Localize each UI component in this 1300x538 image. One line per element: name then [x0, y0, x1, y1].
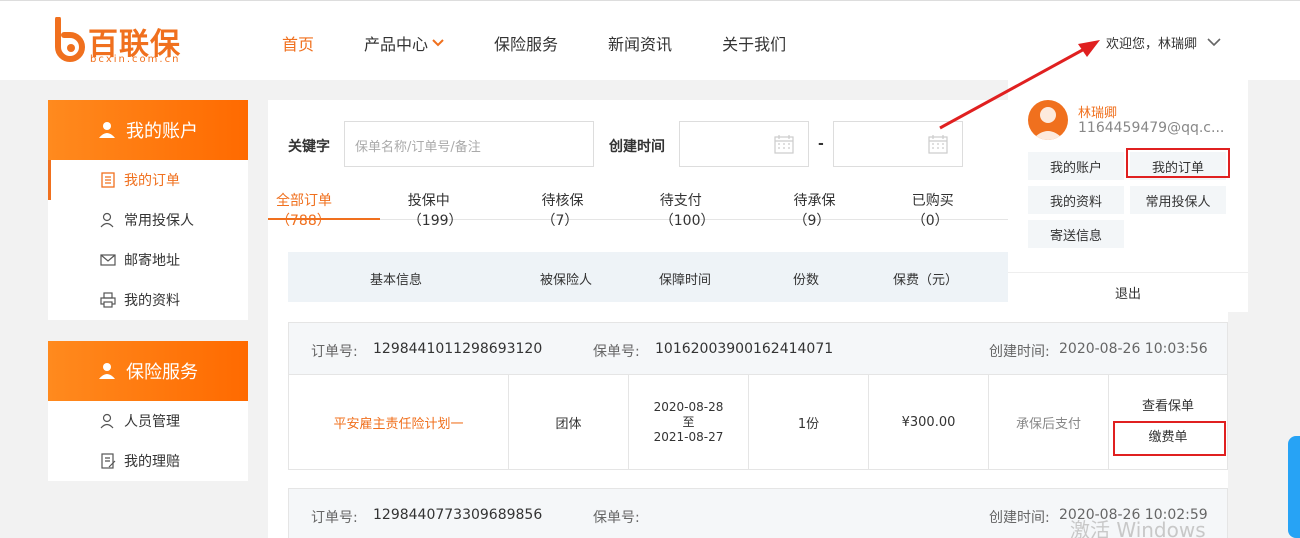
sidebar-item-label: 我的订单 — [124, 173, 180, 189]
sidebar-item-label: 邮寄地址 — [124, 253, 180, 269]
chevron-down-icon — [432, 36, 444, 50]
sidebar-item-label: 常用投保人 — [124, 213, 194, 229]
order-status: 承保后支付 — [989, 375, 1109, 469]
coverage-period: 2020-08-28 至 2021-08-27 — [629, 375, 749, 469]
created-time-label: 创建时间 — [609, 139, 665, 155]
order-row: 平安雇主责任险计划一 团体 2020-08-28 至 2021-08-27 1份… — [289, 375, 1227, 469]
user-name: 林瑞卿 — [1078, 106, 1118, 121]
sidebar-account-header: 我的账户 — [48, 100, 248, 160]
order-meta: 订单号: 1298441011298693120 保单号: 1016200390… — [289, 323, 1227, 375]
keyword-label: 关键字 — [288, 139, 330, 155]
dropdown-shipping-info-button[interactable]: 寄送信息 — [1028, 220, 1124, 248]
logo[interactable]: 百联保 bcxin.com.cn — [50, 17, 190, 65]
user-icon — [100, 212, 114, 228]
insured: 团体 — [509, 375, 629, 469]
tab-all-orders[interactable]: 全部订单（788） — [268, 180, 380, 229]
tab-pending-issue[interactable]: 待承保（9） — [785, 180, 869, 229]
sidebar-item-mail-address[interactable]: 邮寄地址 — [48, 240, 248, 280]
tab-purchased[interactable]: 已购买（0） — [904, 180, 988, 229]
nav-home[interactable]: 首页 — [282, 31, 314, 55]
sidebar-account-title: 我的账户 — [126, 121, 198, 142]
printer-icon — [100, 292, 116, 308]
sidebar-item-my-orders[interactable]: 我的订单 — [48, 160, 248, 200]
order-no-label: 订单号: — [311, 344, 358, 360]
nav-products[interactable]: 产品中心 — [364, 31, 444, 55]
view-policy-link[interactable]: 查看保单 — [1142, 395, 1194, 414]
policy-no-label: 保单号: — [593, 344, 640, 360]
order-icon — [101, 172, 115, 188]
nav-news[interactable]: 新闻资讯 — [608, 31, 672, 55]
date-range-separator: - — [818, 136, 824, 152]
product-name[interactable]: 平安雇主责任险计划一 — [289, 375, 509, 469]
user-menu[interactable]: 欢迎您，林瑞卿 — [1106, 33, 1221, 52]
highlight-box — [1113, 421, 1226, 456]
calendar-icon — [774, 135, 794, 154]
keyword-placeholder: 保单名称/订单号/备注 — [355, 140, 481, 155]
policy-no-label: 保单号: — [593, 510, 640, 526]
order-no: 1298440773309689856 — [373, 507, 543, 523]
policy-no: 10162003900162414071 — [655, 341, 834, 357]
floating-side-tab[interactable] — [1288, 436, 1300, 538]
sidebar-service-header: 保险服务 — [48, 341, 248, 401]
order-status-tabs: 全部订单（788） 投保中（199） 待核保（7） 待支付（100） 待承保（9… — [268, 180, 1008, 229]
claim-icon — [101, 453, 116, 469]
created-label: 创建时间: — [989, 510, 1050, 526]
coverage-start: 2020-08-28 — [653, 399, 724, 414]
nav-products-label: 产品中心 — [364, 35, 429, 54]
column-header: 基本信息 — [370, 273, 423, 288]
sidebar-account: 我的账户 我的订单 常用投保人 邮寄地址 我的资料 — [48, 100, 248, 320]
logo-mark-icon — [55, 17, 85, 62]
created-time: 2020-08-26 10:03:56 — [1059, 341, 1208, 357]
start-date-input[interactable] — [679, 121, 809, 167]
nav-about[interactable]: 关于我们 — [722, 31, 786, 55]
end-date-input[interactable] — [833, 121, 963, 167]
sidebar-item-claims[interactable]: 我的理赔 — [48, 441, 248, 481]
dropdown-my-profile-button[interactable]: 我的资料 — [1028, 186, 1124, 214]
nav-insurance-service[interactable]: 保险服务 — [494, 31, 558, 55]
column-header: 保费（元） — [893, 273, 959, 288]
tab-pending-underwriting[interactable]: 待核保（7） — [533, 180, 617, 229]
column-header: 份数 — [793, 273, 820, 288]
created-label: 创建时间: — [989, 344, 1050, 360]
avatar — [1028, 100, 1068, 140]
tab-applying[interactable]: 投保中（199） — [400, 180, 500, 229]
sidebar-item-label: 我的资料 — [124, 293, 180, 309]
windows-watermark: 激活 Windows — [1070, 518, 1206, 538]
coverage-end: 2021-08-27 — [653, 429, 724, 444]
order-no: 1298441011298693120 — [373, 341, 543, 357]
user-icon — [100, 413, 114, 429]
user-dropdown: 林瑞卿 1164459479@qq.c... 我的账户 我的订单 我的资料 常用… — [1008, 80, 1248, 312]
main-nav: 首页 产品中心 保险服务 新闻资讯 关于我们 — [282, 31, 836, 55]
user-email: 1164459479@qq.c... — [1078, 120, 1225, 136]
order-no-label: 订单号: — [311, 510, 358, 526]
sidebar-item-my-profile[interactable]: 我的资料 — [48, 280, 248, 320]
sidebar-item-label: 我的理赔 — [124, 454, 180, 470]
user-icon — [99, 122, 115, 138]
order-card: 订单号: 1298441011298693120 保单号: 1016200390… — [288, 322, 1228, 470]
avatar-person-icon — [1032, 107, 1064, 140]
highlight-box — [1126, 148, 1230, 178]
chevron-down-icon — [1207, 36, 1221, 50]
sidebar-item-staff[interactable]: 人员管理 — [48, 401, 248, 441]
welcome-text: 欢迎您，林瑞卿 — [1106, 37, 1198, 52]
coverage-to: 至 — [682, 414, 695, 429]
column-header: 被保险人 — [540, 273, 593, 288]
calendar-icon — [928, 135, 948, 154]
logo-domain: bcxin.com.cn — [90, 54, 181, 65]
sidebar-service-title: 保险服务 — [126, 362, 198, 383]
dropdown-my-account-button[interactable]: 我的账户 — [1028, 152, 1124, 180]
sidebar-item-policyholders[interactable]: 常用投保人 — [48, 200, 248, 240]
user-icon — [99, 363, 115, 379]
top-header: 百联保 bcxin.com.cn 首页 产品中心 保险服务 新闻资讯 关于我们 … — [0, 0, 1300, 80]
tab-pending-payment[interactable]: 待支付（100） — [652, 180, 752, 229]
keyword-input[interactable]: 保单名称/订单号/备注 — [344, 121, 594, 167]
dropdown-policyholders-button[interactable]: 常用投保人 — [1130, 186, 1226, 214]
sidebar-service: 保险服务 人员管理 我的理赔 — [48, 341, 248, 481]
logout-button[interactable]: 退出 — [1008, 272, 1248, 312]
column-header: 保障时间 — [659, 273, 712, 288]
mail-icon — [100, 254, 116, 266]
premium: ¥300.00 — [869, 375, 989, 469]
copies: 1份 — [749, 375, 869, 469]
sidebar-item-label: 人员管理 — [124, 414, 180, 430]
